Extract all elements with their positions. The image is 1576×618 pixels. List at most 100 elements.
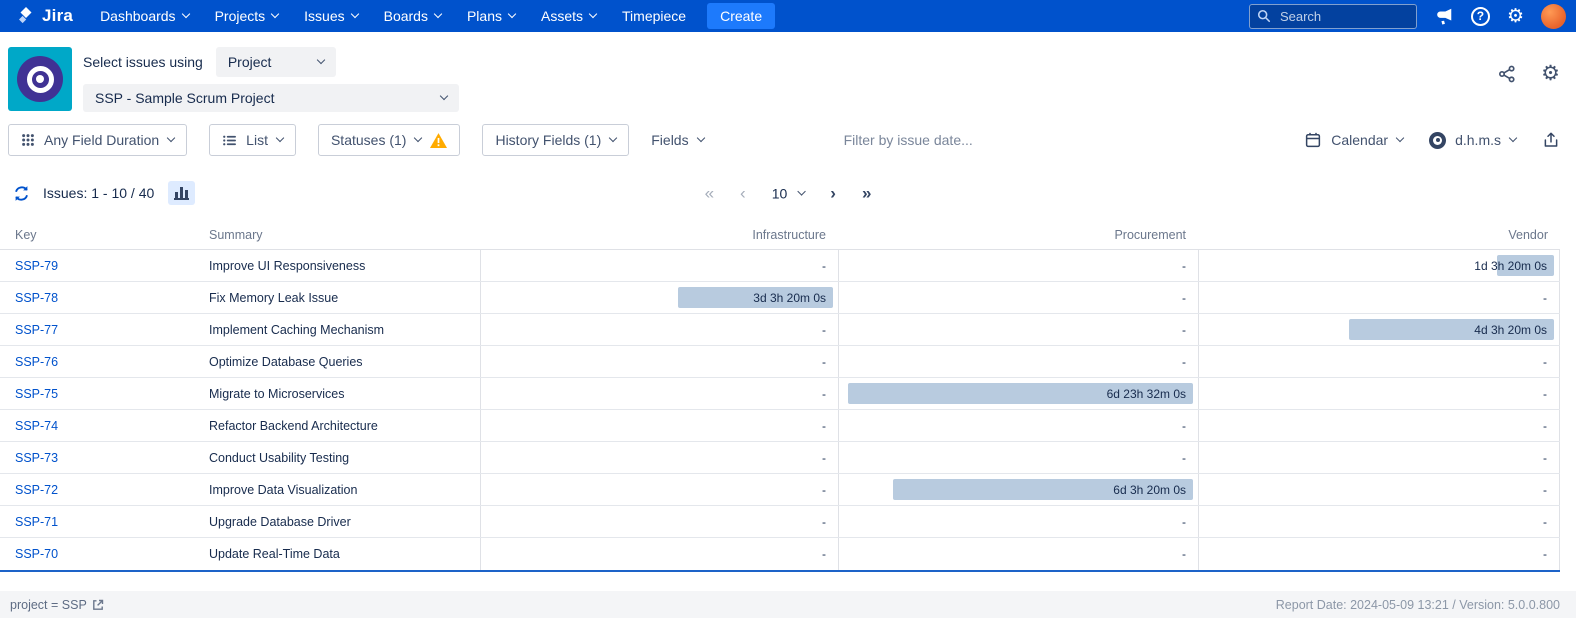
duration-label: 6d 3h 20m 0s	[1113, 483, 1186, 497]
filter-query-link[interactable]: project = SSP	[10, 598, 104, 612]
view-select-button[interactable]: List	[209, 124, 296, 156]
table-row: SSP-70Update Real-Time Data---	[0, 538, 1560, 570]
jira-wordmark: Jira	[42, 6, 73, 26]
view-select-label: List	[246, 132, 268, 148]
duration-format-button[interactable]: d.h.m.s	[1429, 132, 1516, 149]
chevron-down-icon	[440, 92, 448, 100]
nav-item-issues[interactable]: Issues	[291, 0, 370, 32]
duration-cell-vendor: -	[1198, 506, 1560, 537]
issue-key-link[interactable]: SSP-71	[15, 515, 58, 529]
prev-page-button[interactable]: ‹	[740, 185, 746, 202]
statuses-button[interactable]: Statuses (1)	[318, 124, 460, 156]
help-icon[interactable]: ?	[1471, 7, 1490, 26]
fields-label: Fields	[651, 132, 688, 148]
last-page-button[interactable]: »	[862, 185, 871, 202]
column-header-key: Key	[0, 228, 194, 242]
duration-cell-infrastructure: -	[480, 506, 838, 537]
empty-duration: -	[1182, 259, 1186, 273]
report-info: Report Date: 2024-05-09 13:21 / Version:…	[1276, 598, 1560, 612]
app-header-actions: ⚙	[1497, 63, 1560, 84]
empty-duration: -	[1543, 291, 1547, 305]
table-row: SSP-77Implement Caching Mechanism--4d 3h…	[0, 314, 1560, 346]
history-fields-button[interactable]: History Fields (1)	[482, 124, 629, 156]
issue-date-filter-input[interactable]	[844, 132, 1064, 148]
chevron-down-icon	[589, 10, 597, 18]
duration-cell-procurement: -	[838, 346, 1198, 377]
app-settings-gear-icon[interactable]: ⚙	[1541, 63, 1560, 84]
duration-cell-procurement: -	[838, 410, 1198, 441]
calendar-label: Calendar	[1331, 132, 1388, 148]
empty-duration: -	[822, 483, 826, 497]
jira-logo-icon	[16, 6, 36, 26]
duration-cell-vendor: -	[1198, 474, 1560, 505]
empty-duration: -	[1543, 355, 1547, 369]
feedback-megaphone-icon[interactable]	[1434, 6, 1454, 26]
app-logo-icon	[8, 47, 72, 111]
issue-summary: Optimize Database Queries	[194, 346, 480, 377]
nav-item-boards[interactable]: Boards	[371, 0, 454, 32]
calendar-button[interactable]: Calendar	[1304, 131, 1403, 149]
issue-summary: Update Real-Time Data	[194, 538, 480, 570]
issue-summary: Improve Data Visualization	[194, 474, 480, 505]
user-avatar[interactable]	[1541, 4, 1566, 29]
duration-cell-procurement: 6d 23h 32m 0s	[838, 378, 1198, 409]
filter-query-text: project = SSP	[10, 598, 87, 612]
navbar-right: ? ⚙	[1249, 4, 1566, 29]
key-cell: SSP-74	[0, 410, 194, 441]
toolbar-right: Calendar d.h.m.s	[1304, 131, 1560, 149]
issue-key-link[interactable]: SSP-72	[15, 483, 58, 497]
empty-duration: -	[1543, 483, 1547, 497]
first-page-button[interactable]: «	[705, 185, 714, 202]
next-page-button[interactable]: ›	[830, 185, 836, 202]
issue-key-link[interactable]: SSP-76	[15, 355, 58, 369]
share-icon[interactable]	[1497, 64, 1517, 84]
duration-cell-infrastructure: -	[480, 378, 838, 409]
duration-cell-infrastructure: -	[480, 410, 838, 441]
nav-item-projects[interactable]: Projects	[202, 0, 292, 32]
issue-key-link[interactable]: SSP-73	[15, 451, 58, 465]
fields-button[interactable]: Fields	[651, 132, 703, 148]
nav-item-plans[interactable]: Plans	[454, 0, 528, 32]
issue-summary: Refactor Backend Architecture	[194, 410, 480, 441]
issue-key-link[interactable]: SSP-75	[15, 387, 58, 401]
duration-cell-procurement: -	[838, 506, 1198, 537]
empty-duration: -	[1182, 355, 1186, 369]
page-size-select[interactable]: 10	[772, 185, 805, 201]
issue-key-link[interactable]: SSP-74	[15, 419, 58, 433]
issue-key-link[interactable]: SSP-70	[15, 547, 58, 561]
empty-duration: -	[1543, 419, 1547, 433]
nav-item-timepiece[interactable]: Timepiece	[609, 0, 699, 32]
refresh-button[interactable]	[12, 184, 31, 203]
bar-chart-icon	[174, 187, 189, 200]
export-button[interactable]	[1542, 131, 1560, 149]
empty-duration: -	[1543, 547, 1547, 561]
duration-cell-vendor: 1d 3h 20m 0s	[1198, 250, 1560, 281]
empty-duration: -	[822, 323, 826, 337]
field-duration-button[interactable]: Any Field Duration	[8, 124, 187, 156]
duration-cell-procurement: -	[838, 538, 1198, 570]
duration-label: 4d 3h 20m 0s	[1474, 323, 1547, 337]
issue-summary: Improve UI Responsiveness	[194, 250, 480, 281]
jira-home-link[interactable]: Jira	[10, 6, 87, 26]
issue-key-link[interactable]: SSP-77	[15, 323, 58, 337]
empty-duration: -	[822, 547, 826, 561]
navbar-menu: DashboardsProjectsIssuesBoardsPlansAsset…	[87, 0, 699, 32]
chevron-down-icon	[609, 134, 617, 142]
table-header: Key Summary Infrastructure Procurement V…	[0, 220, 1560, 250]
settings-gear-icon[interactable]: ⚙	[1507, 7, 1524, 26]
issue-key-link[interactable]: SSP-78	[15, 291, 58, 305]
nav-item-dashboards[interactable]: Dashboards	[87, 0, 202, 32]
grid-icon	[21, 133, 35, 147]
project-select[interactable]: SSP - Sample Scrum Project	[83, 84, 459, 112]
empty-duration: -	[1182, 515, 1186, 529]
issue-source-mode-select[interactable]: Project	[216, 47, 336, 77]
column-header-vendor: Vendor	[1198, 228, 1560, 242]
duration-cell-procurement: -	[838, 250, 1198, 281]
create-button[interactable]: Create	[707, 3, 775, 29]
chart-toggle-button[interactable]	[168, 181, 195, 205]
nav-item-assets[interactable]: Assets	[528, 0, 609, 32]
issue-key-link[interactable]: SSP-79	[15, 259, 58, 273]
search-input[interactable]	[1249, 4, 1417, 29]
empty-duration: -	[822, 419, 826, 433]
issue-summary: Upgrade Database Driver	[194, 506, 480, 537]
